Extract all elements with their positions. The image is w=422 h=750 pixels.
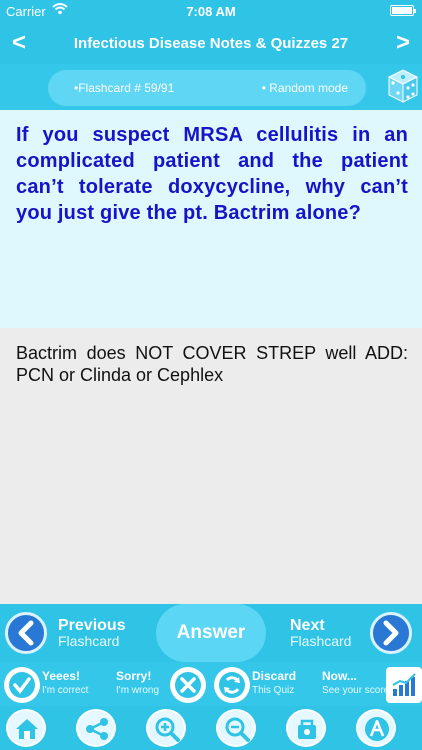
correct-button[interactable]: Yeees! I'm correct [2, 665, 106, 703]
discard-title: Discard [252, 669, 297, 683]
answer-panel: Bactrim does NOT COVER STREP well ADD: P… [0, 328, 422, 604]
bar-chart-icon [386, 667, 422, 703]
discard-quiz-button[interactable]: Discard This Quiz [212, 665, 316, 703]
forward-button[interactable]: > [388, 29, 418, 57]
zoom-out-icon [225, 717, 250, 742]
score-button[interactable]: Now... See your score [318, 665, 422, 703]
correct-title: Yeees! [42, 669, 81, 683]
chevron-left-icon [18, 620, 34, 646]
score-title: Now... [322, 669, 357, 683]
previous-label-line1: Previous [58, 617, 126, 634]
discard-subtitle: This Quiz [252, 685, 295, 696]
next-flashcard-label[interactable]: Next Flashcard [290, 617, 352, 649]
answer-text: Bactrim does NOT COVER STREP well ADD: P… [16, 343, 408, 385]
font-size-button[interactable] [356, 709, 396, 747]
previous-flashcard-label[interactable]: Previous Flashcard [58, 617, 126, 649]
recycle-icon [214, 667, 250, 703]
bookmark-icon [298, 719, 316, 739]
clock: 7:08 AM [186, 4, 236, 19]
chevron-right-icon [383, 620, 399, 646]
zoom-in-icon [155, 717, 180, 742]
page-title: Infectious Disease Notes & Quizzes 27 [73, 35, 349, 52]
battery-icon [390, 5, 416, 16]
question-panel: If you suspect MRSA cellulitis in an com… [0, 110, 422, 328]
random-mode-label[interactable]: • Random mode [262, 81, 348, 95]
next-button[interactable] [370, 612, 412, 654]
cross-icon [170, 667, 206, 703]
font-icon [365, 717, 389, 741]
check-icon [4, 667, 40, 703]
card-info-bar: •Flashcard # 59/91 • Random mode [0, 64, 422, 110]
flashcard-counter: •Flashcard # 59/91 [74, 81, 175, 95]
action-row: Yeees! I'm correct Sorry! I'm wrong Disc… [0, 662, 422, 706]
next-label-line1: Next [290, 617, 325, 634]
home-icon [16, 719, 38, 739]
previous-button[interactable] [5, 612, 47, 654]
share-icon [86, 718, 108, 740]
status-bar: Carrier 7:08 AM [0, 0, 422, 22]
nav-bar: < Infectious Disease Notes & Quizzes 27 … [0, 22, 422, 64]
share-button[interactable] [76, 709, 116, 747]
wrong-button[interactable]: Sorry! I'm wrong [104, 665, 208, 703]
home-button[interactable] [6, 709, 46, 747]
bottom-toolbar [0, 706, 422, 750]
dice-icon[interactable] [387, 69, 419, 103]
zoom-in-button[interactable] [146, 709, 186, 747]
wrong-title: Sorry! [116, 669, 152, 683]
score-subtitle: See your score [322, 685, 390, 696]
bookmark-button[interactable] [286, 709, 326, 747]
previous-label-line2: Flashcard [58, 633, 120, 649]
wrong-subtitle: I'm wrong [116, 685, 160, 696]
card-info-pill: •Flashcard # 59/91 • Random mode [48, 70, 366, 106]
question-text: If you suspect MRSA cellulitis in an com… [16, 124, 408, 224]
answer-button[interactable]: Answer [156, 604, 266, 662]
next-label-line2: Flashcard [290, 633, 352, 649]
correct-subtitle: I'm correct [42, 685, 89, 696]
zoom-out-button[interactable] [216, 709, 256, 747]
back-button[interactable]: < [4, 29, 34, 57]
